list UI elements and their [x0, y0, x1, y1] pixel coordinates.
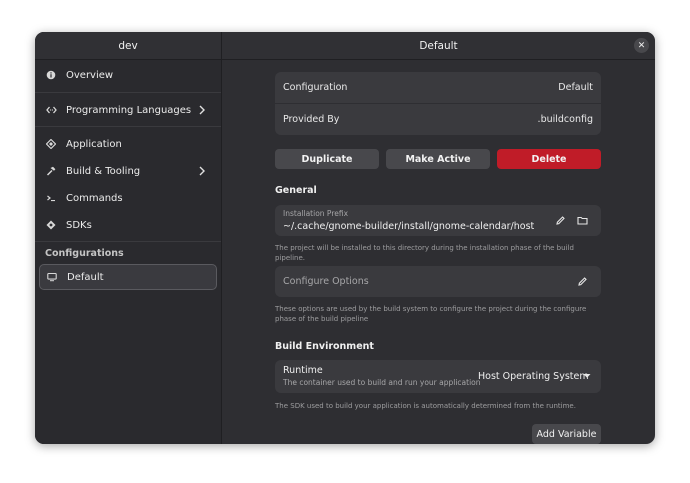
runtime-label: Runtime [283, 365, 323, 376]
sidebar-item-label: Default [67, 271, 104, 283]
sidebar-item-label: Application [66, 138, 122, 150]
page-title: Default [419, 39, 458, 52]
sidebar-item-label: SDKs [66, 219, 92, 231]
sidebar-divider [35, 126, 221, 127]
sidebar-item-sdks[interactable]: SDKs [39, 212, 217, 238]
sidebar-item-programming-languages[interactable]: Programming Languages [39, 97, 217, 123]
sidebar-item-commands[interactable]: Commands [39, 185, 217, 211]
runtime-row[interactable]: Runtime The container used to build and … [275, 360, 601, 393]
close-icon: ✕ [637, 40, 646, 51]
pencil-icon [577, 276, 588, 287]
edit-configure-options-button[interactable] [575, 274, 589, 288]
sidebar: dev Overview Programming Languages Appli… [35, 32, 222, 444]
duplicate-button[interactable]: Duplicate [275, 149, 379, 169]
installation-prefix-value[interactable]: ~/.cache/gnome-builder/install/gnome-cal… [283, 221, 534, 232]
code-icon [46, 105, 58, 115]
configuration-value: Default [558, 82, 593, 93]
computer-icon [47, 272, 59, 282]
sidebar-item-overview[interactable]: Overview [39, 62, 217, 88]
close-button[interactable]: ✕ [634, 38, 649, 53]
sidebar-header: dev [35, 32, 221, 60]
sidebar-item-label: Overview [66, 69, 114, 81]
sdk-description: The SDK used to build your application i… [275, 402, 576, 410]
sidebar-item-build-tooling[interactable]: Build & Tooling [39, 158, 217, 184]
main-header: Default ✕ [222, 32, 655, 60]
main-panel: Default ✕ Configuration Default Provided… [222, 32, 655, 444]
dropdown-arrow-icon [583, 373, 591, 379]
configure-options-placeholder: Configure Options [283, 276, 369, 287]
sidebar-item-label: Commands [66, 192, 123, 204]
make-active-button[interactable]: Make Active [386, 149, 490, 169]
terminal-icon [46, 193, 58, 203]
info-icon [46, 70, 58, 80]
sidebar-item-label: Build & Tooling [66, 165, 141, 177]
sidebar-item-config-default[interactable]: Default [39, 264, 217, 290]
provided-by-label: Provided By [283, 114, 340, 125]
summary-card: Configuration Default Provided By .build… [275, 72, 601, 135]
folder-icon [576, 215, 588, 226]
sidebar-divider [35, 241, 221, 242]
application-icon [46, 139, 58, 149]
installation-prefix-label: Installation Prefix [283, 209, 349, 218]
runtime-subtitle: The container used to build and run your… [283, 378, 481, 387]
installation-prefix-description: The project will be installed to this di… [275, 244, 574, 262]
configuration-row: Configuration Default [275, 72, 601, 103]
add-variable-button[interactable]: Add Variable [532, 424, 601, 444]
general-section-title: General [275, 185, 317, 196]
runtime-select[interactable]: Host Operating System [478, 371, 589, 382]
edit-prefix-button[interactable] [553, 213, 567, 227]
provided-by-value: .buildconfig [537, 114, 593, 125]
sdk-icon [46, 220, 58, 230]
window: dev Overview Programming Languages Appli… [35, 32, 655, 444]
provided-by-row: Provided By .buildconfig [275, 103, 601, 135]
chevron-right-icon [196, 104, 208, 116]
configuration-label: Configuration [283, 82, 348, 93]
sidebar-section-title: Configurations [45, 248, 124, 259]
hammer-icon [46, 166, 58, 176]
build-environment-section-title: Build Environment [275, 341, 374, 352]
chevron-right-icon [196, 165, 208, 177]
configure-options-field[interactable]: Configure Options [275, 266, 601, 297]
installation-prefix-field[interactable]: Installation Prefix ~/.cache/gnome-build… [275, 205, 601, 236]
sidebar-item-label: Programming Languages [66, 104, 192, 116]
sidebar-item-application[interactable]: Application [39, 131, 217, 157]
configure-options-description: These options are used by the build syst… [275, 305, 587, 323]
delete-button[interactable]: Delete [497, 149, 601, 169]
sidebar-title: dev [118, 39, 138, 52]
pencil-icon [555, 215, 566, 226]
browse-folder-button[interactable] [575, 213, 589, 227]
sidebar-divider [35, 92, 221, 93]
